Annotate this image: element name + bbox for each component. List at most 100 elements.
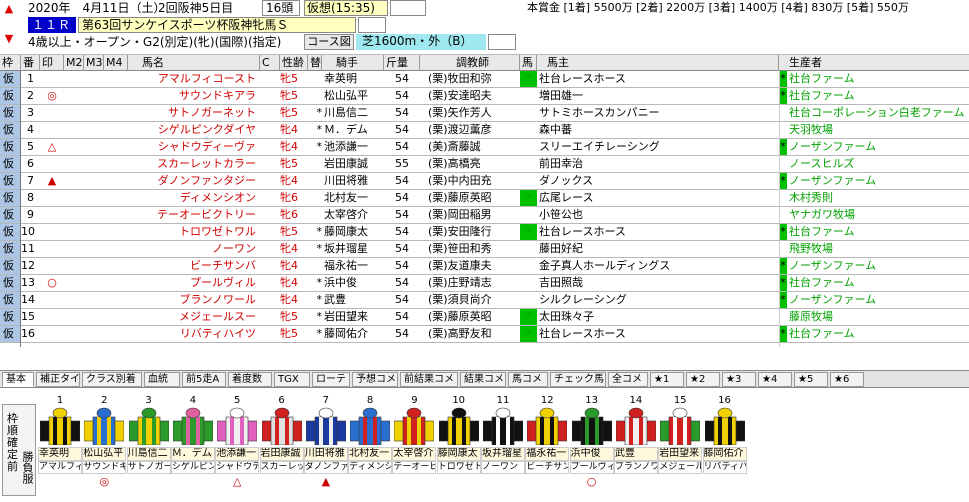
extra-box <box>390 0 426 16</box>
tab-3[interactable]: クラス別着 <box>82 372 142 387</box>
silk-slot[interactable]: 11 坂井瑠星 ノーワン <box>481 395 525 500</box>
table-row[interactable]: 仮 7 ▲ ダノンファンタジー 牝4 川田将雅 54 (栗)中内田充 ダノックス * ノーザンファー… <box>0 173 969 190</box>
silk-slot[interactable]: 15 岩田望来メジェールス <box>658 395 703 500</box>
tab-13[interactable]: チェック馬コメ <box>550 372 606 387</box>
course-map-button[interactable]: コース図 <box>304 34 354 50</box>
jockey-cell: 川田将雅 <box>324 174 368 187</box>
horse-flag-cell <box>520 139 537 155</box>
table-row[interactable]: 仮 9 テーオービクトリー 牝6 太宰啓介 54 (栗)岡田稲男 小笹公也 ヤナガワ牧場 <box>0 207 969 224</box>
table-row[interactable]: 仮 14 ブランノワール 牝4 * 武豊 54 (栗)須貝尚介 シルクレーシング * ノーザンファー… <box>0 292 969 309</box>
tab-2[interactable]: 補正タイム <box>36 372 80 387</box>
silk-slot[interactable]: 5 池添謙一シャドウディ△ <box>215 395 260 500</box>
col-breeder[interactable]: 生産者 <box>779 55 969 71</box>
silk-slot[interactable]: 10 藤岡康太トロワゼトワ <box>436 395 481 500</box>
col-c[interactable]: C <box>260 55 280 71</box>
jockey-cell: 浜中俊 <box>324 276 357 289</box>
tab-5[interactable]: 前5走A <box>182 372 226 387</box>
silk-slot[interactable]: 6 岩田康誠スカーレット <box>259 395 304 500</box>
table-row[interactable]: 仮 10 トロワゼトワル 牝5 * 藤岡康太 54 (栗)安田隆行 * 社台レースホース * 社台ファ… <box>0 224 969 241</box>
down-arrow-icon[interactable]: ▼ <box>2 30 16 47</box>
silk-slot[interactable]: 16 藤岡佑介リバティハイ <box>702 395 747 500</box>
tab-1[interactable]: 基本 <box>2 372 34 387</box>
silk-horse: シャドウディ <box>215 461 260 474</box>
tab-19[interactable]: ★5 <box>794 372 828 387</box>
table-row[interactable]: 仮 13 ○ プールヴィル 牝4 * 浜中俊 54 (栗)庄野靖志 吉田照哉 * 社台ファーム <box>0 275 969 292</box>
table-row[interactable]: 仮 4 シゲルピンクダイヤ 牝4 * Ｍ．デム 54 (栗)渡辺薫彦 森中蕃 天羽牧場 <box>0 122 969 139</box>
waku-cell: 仮 <box>0 309 21 325</box>
col-m2[interactable]: M2 <box>64 55 84 71</box>
tab-18[interactable]: ★4 <box>758 372 792 387</box>
col-owner[interactable]: 馬主 <box>537 55 779 71</box>
table-row[interactable]: 仮 12 ビーチサンバ 牝4 福永祐一 54 (栗)友道康夫 金子真人ホールディングス * ノーザ… <box>0 258 969 275</box>
silk-slot[interactable]: 3 川島信二サトノガーネ <box>126 395 171 500</box>
table-row[interactable]: 仮 15 メジェールスー 牝5 * 岩田望来 54 (栗)藤原英昭 * 太田珠々子 藤原牧場 <box>0 309 969 326</box>
table-row[interactable]: 仮 8 ディメンシオン 牝6 北村友一 54 (栗)藤原英昭 * 広尾レース 木村秀則 <box>0 190 969 207</box>
weight-cell: 54 <box>395 140 409 153</box>
silk-slot[interactable]: 13 浜中俊プールヴィル○ <box>569 395 614 500</box>
horse-name-cell: ノーワン <box>212 242 256 255</box>
col-jockey[interactable]: 騎手 <box>322 55 384 71</box>
breeder-flag-cell: * <box>779 139 787 155</box>
tab-8[interactable]: ローテ <box>312 372 350 387</box>
table-row[interactable]: 仮 2 ◎ サウンドキアラ 牝5 松山弘平 54 (栗)安達昭夫 増田雄一 * 社台ファーム <box>0 88 969 105</box>
change-cell: * <box>316 123 323 136</box>
tab-7[interactable]: TGX <box>274 372 310 387</box>
mark-cell <box>40 224 64 240</box>
col-sex-age[interactable]: 性齢 <box>280 55 308 71</box>
breeder-cell: 天羽牧場 <box>789 123 833 136</box>
silk-slot[interactable]: 2 松山弘平サウンドキア◎ <box>82 395 127 500</box>
horse-flag-cell <box>520 292 537 308</box>
col-mark[interactable]: 印 <box>40 55 64 71</box>
silk-number: 8 <box>366 395 374 406</box>
col-waku[interactable]: 枠 <box>0 55 21 71</box>
silk-slot[interactable]: 9 太宰啓介テーオービク <box>392 395 437 500</box>
jockey-cell: 岩田望来 <box>324 310 368 323</box>
horse-flag-cell <box>520 156 537 172</box>
tab-16[interactable]: ★2 <box>686 372 720 387</box>
table-row[interactable]: 仮 16 リバティハイツ 牝5 * 藤岡佑介 54 (栗)高野友和 * 社台レースホース * 社台ファ… <box>0 326 969 343</box>
silk-slot[interactable]: 4 Ｍ．デムシゲルピンク <box>170 395 215 500</box>
silk-slot[interactable]: 1 幸英明アマルフィコ <box>38 395 82 500</box>
col-m3[interactable]: M3 <box>84 55 104 71</box>
col-change[interactable]: 替 <box>308 55 322 71</box>
tab-9[interactable]: 予想コメ <box>352 372 398 387</box>
breeder-cell: 飛野牧場 <box>789 242 833 255</box>
weight-cell: 54 <box>395 276 409 289</box>
tab-20[interactable]: ★6 <box>830 372 864 387</box>
waku-cell: 仮 <box>0 156 21 172</box>
tab-4[interactable]: 血統 <box>144 372 180 387</box>
tab-11[interactable]: 結果コメ <box>460 372 506 387</box>
weight-cell: 54 <box>395 191 409 204</box>
col-trainer[interactable]: 調教師 <box>420 55 520 71</box>
table-row[interactable]: 仮 1 アマルフィコースト 牝5 幸英明 54 (栗)牧田和弥 * 社台レースホース * 社台ファー… <box>0 71 969 88</box>
jockey-silk-icon <box>704 407 745 446</box>
tab-10[interactable]: 前結果コメ <box>400 372 458 387</box>
sex-age-cell: 牝4 <box>280 174 298 187</box>
horse-name-cell: ブランノワール <box>179 293 256 306</box>
col-weight[interactable]: 斤量 <box>384 55 420 71</box>
col-horse-name[interactable]: 馬名 <box>128 55 260 71</box>
tab-12[interactable]: 馬コメ <box>508 372 548 387</box>
silk-slot[interactable]: 8 北村友一ディメンシオ <box>348 395 393 500</box>
table-row[interactable]: 仮 11 ノーワン 牝4 * 坂井瑠星 54 (栗)笹田和秀 藤田好紀 飛野牧場 <box>0 241 969 258</box>
owner-cell: 小笹公也 <box>539 208 583 221</box>
silk-slot[interactable]: 14 武豊ブランノワール <box>613 395 658 500</box>
silk-horse: プールヴィル <box>569 461 614 474</box>
jockey-silk-icon <box>216 407 258 446</box>
tab-15[interactable]: ★1 <box>650 372 684 387</box>
col-m4[interactable]: M4 <box>104 55 128 71</box>
tab-17[interactable]: ★3 <box>722 372 756 387</box>
col-horse-flag[interactable]: 馬 <box>520 55 537 71</box>
num-cell: 8 <box>27 191 34 204</box>
horse-flag-cell: * <box>520 224 537 240</box>
table-row[interactable]: 仮 5 △ シャドウディーヴァ 牝4 * 池添謙一 54 (美)斎藤誠 スリーエイチレーシング * ノ… <box>0 139 969 156</box>
breeder-flag-cell: * <box>779 173 787 189</box>
silk-slot[interactable]: 7 川田将雅ダノンファン▲ <box>303 395 348 500</box>
tab-14[interactable]: 全コメ <box>608 372 648 387</box>
tab-6[interactable]: 着度数 <box>228 372 272 387</box>
table-row[interactable]: 仮 6 スカーレットカラー 牝5 岩田康誠 55 (栗)高橋亮 前田幸治 ノースヒルズ <box>0 156 969 173</box>
up-arrow-icon[interactable]: ▲ <box>2 0 16 17</box>
table-row[interactable]: 仮 3 サトノガーネット 牝5 * 川島信二 54 (栗)矢作芳人 サトミホースカンパニー 社台コ… <box>0 105 969 122</box>
silk-slot[interactable]: 12 福永祐一ビーチサンバ <box>525 395 570 500</box>
col-num[interactable]: 番 <box>21 55 40 71</box>
